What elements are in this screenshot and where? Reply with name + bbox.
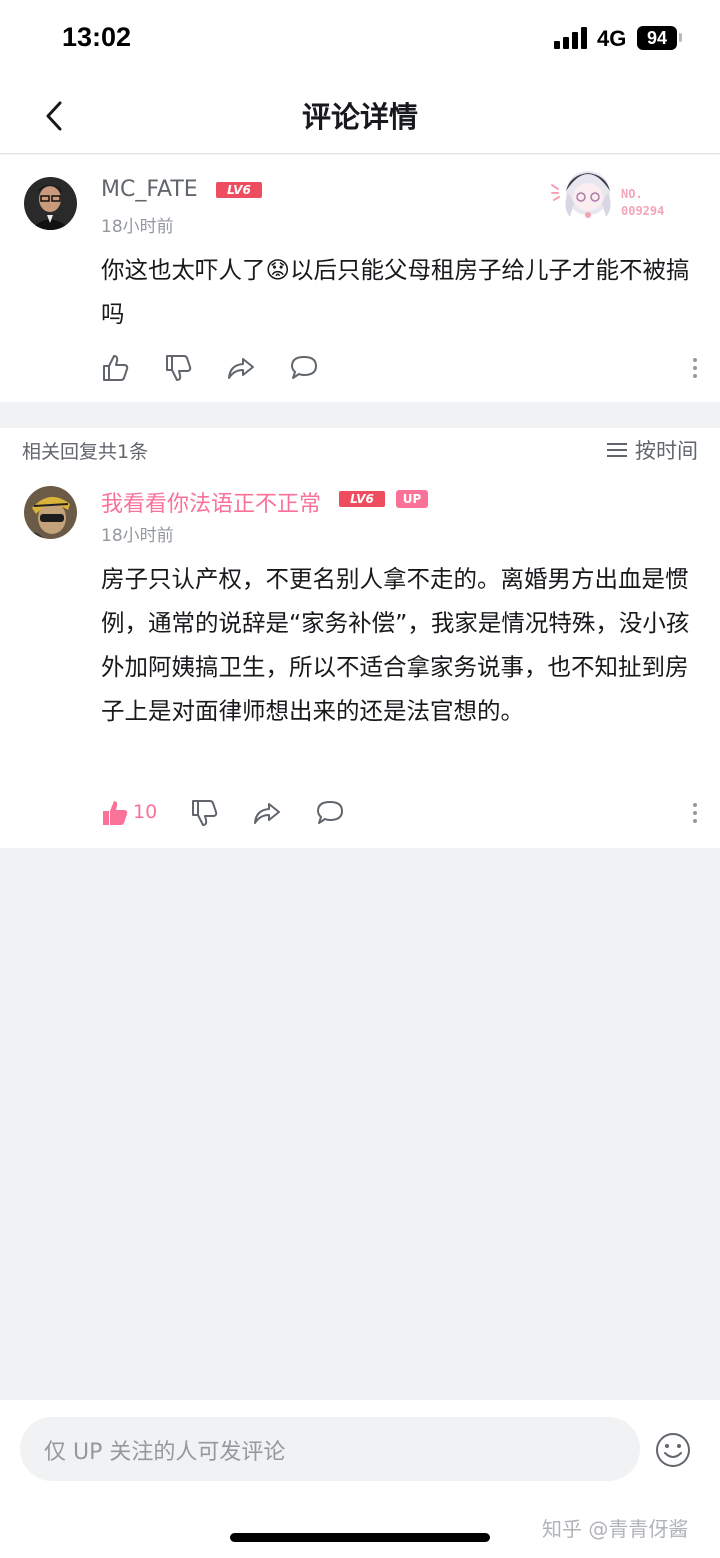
status-bar: 13:02 4G 94	[0, 0, 720, 80]
battery-icon: 94	[637, 26, 677, 50]
username[interactable]: 我看看你法语正不正常	[101, 486, 321, 518]
replies-header: 相关回复共1条 按时间	[0, 428, 720, 472]
sort-label: 按时间	[635, 439, 698, 463]
more-menu-button[interactable]	[692, 803, 698, 827]
share-icon	[228, 358, 254, 379]
dislike-button[interactable]	[163, 353, 195, 385]
level-badge: LV6	[339, 491, 385, 507]
comment-actions	[100, 353, 700, 385]
fan-badge-number: 009294	[621, 204, 665, 218]
speech-bubble-icon	[291, 356, 317, 379]
comment-input[interactable]: 仅 UP 关注的人可发评论	[20, 1417, 640, 1481]
fan-badge-avatar-icon	[551, 171, 611, 218]
comment-text: 你这也太吓人了😟以后只能父母租房子给儿子才能不被搞吗	[101, 256, 690, 328]
comment-bar: 仅 UP 关注的人可发评论 知乎 @青青伢酱	[0, 1400, 720, 1558]
comment-time: 18小时前	[101, 217, 174, 237]
thumbs-up-icon	[103, 355, 129, 381]
username[interactable]: MC_FATE	[101, 177, 198, 202]
like-button[interactable]	[100, 353, 132, 385]
main-comment-card: MC_FATE LV6 18小时前 NO. 009294 你这也太吓人了😟以后只…	[0, 155, 720, 402]
page-title: 评论详情	[301, 100, 418, 134]
thumbs-down-icon	[166, 355, 192, 381]
dislike-button[interactable]	[189, 798, 221, 830]
share-icon	[254, 803, 280, 824]
comment-time: 18小时前	[101, 526, 174, 546]
more-menu-button[interactable]	[692, 358, 698, 382]
level-badge: LV6	[216, 182, 262, 198]
like-count: 10	[133, 801, 158, 823]
up-badge: UP	[396, 490, 428, 508]
share-button[interactable]	[226, 353, 258, 385]
reply-count: 相关回复共1条	[22, 441, 149, 463]
fan-badge[interactable]: NO. 009294	[548, 163, 688, 227]
emoji-button[interactable]	[655, 1432, 691, 1468]
sort-button[interactable]: 按时间	[607, 435, 698, 465]
share-button[interactable]	[252, 798, 284, 830]
nav-bar: 评论详情	[0, 80, 720, 154]
battery-tip	[679, 33, 682, 42]
speech-bubble-icon	[317, 801, 343, 824]
network-type: 4G	[597, 26, 627, 51]
fan-badge-label: NO.	[621, 187, 643, 201]
thumbs-up-icon	[103, 801, 128, 825]
home-indicator	[230, 1533, 490, 1542]
signal-icon	[554, 27, 588, 49]
watermark: 知乎 @青青伢酱	[542, 1517, 689, 1541]
like-button[interactable]: 10	[100, 798, 170, 830]
avatar[interactable]	[24, 177, 77, 230]
avatar[interactable]	[24, 486, 77, 539]
reply-text: 房子只认产权，不更名别人拿不走的。离婚男方出血是惯例，通常的说辞是“家务补偿”，…	[101, 565, 690, 725]
list-icon	[607, 442, 627, 458]
reply-card: 我看看你法语正不正常 LV6 UP 18小时前 房子只认产权，不更名别人拿不走的…	[0, 472, 720, 848]
status-time: 13:02	[62, 22, 132, 52]
thumbs-down-icon	[192, 800, 218, 826]
comment-input-placeholder: 仅 UP 关注的人可发评论	[44, 1440, 286, 1465]
smiley-icon	[656, 1433, 690, 1467]
reply-button[interactable]	[289, 353, 321, 385]
reply-actions: 10	[100, 798, 700, 830]
reply-button[interactable]	[315, 798, 347, 830]
